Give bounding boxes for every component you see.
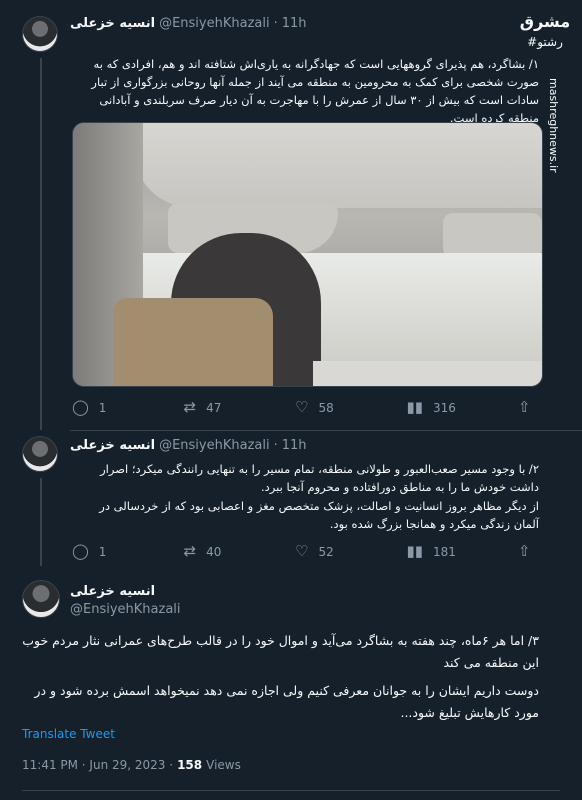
- share-button[interactable]: ⇧: [518, 544, 542, 559]
- share-icon: ⇧: [518, 398, 531, 416]
- avatar[interactable]: [22, 436, 58, 472]
- like-button[interactable]: ♡ 58: [295, 400, 375, 415]
- retweet-button[interactable]: ⇄ 47: [184, 400, 264, 415]
- views-count: 158: [177, 758, 203, 772]
- display-name[interactable]: انسیه خزعلی: [70, 584, 155, 599]
- display-name[interactable]: انسیه خزعلی: [70, 438, 155, 453]
- tweet-text: ۳/ اما هر ۶ماه، چند هفته به بشاگرد می‌آی…: [22, 633, 539, 670]
- reply-button[interactable]: ◯ 1: [72, 400, 152, 415]
- tweet-text: از دیگر مظاهر بروز انسانیت و اصالت، پزشک…: [99, 499, 539, 531]
- sun-visor: [443, 213, 542, 258]
- translate-tweet-link[interactable]: Translate Tweet: [22, 727, 115, 741]
- divider: [70, 430, 582, 431]
- retweet-count: 40: [206, 544, 222, 559]
- watermark-brand: مشرق: [519, 12, 571, 31]
- tweet-time[interactable]: 11h: [282, 438, 307, 453]
- tweet-actions: ◯ 1 ⇄ 47 ♡ 58 ▮▮ 316 ⇧: [72, 400, 542, 415]
- like-count: 58: [318, 400, 334, 415]
- tweet-header: انسیه خزعلی @EnsiyehKhazali · 11h: [70, 438, 307, 453]
- divider: [22, 790, 560, 791]
- reply-icon: ◯: [72, 398, 89, 416]
- views-count: 181: [433, 544, 456, 559]
- dashboard: [313, 361, 542, 386]
- user-handle[interactable]: @EnsiyehKhazali: [70, 602, 181, 617]
- views-icon: ▮▮: [406, 398, 424, 416]
- views-button[interactable]: ▮▮ 181: [407, 544, 487, 559]
- video-player[interactable]: [72, 122, 543, 387]
- tweet-time[interactable]: 11h: [282, 16, 307, 31]
- heart-icon: ♡: [295, 542, 309, 560]
- retweet-icon: ⇄: [183, 542, 197, 560]
- headrest: [113, 298, 273, 386]
- reply-icon: ◯: [72, 542, 89, 560]
- thread-line: [40, 478, 42, 566]
- watermark-hashtag: #رشتو: [527, 35, 563, 49]
- share-icon: ⇧: [518, 542, 531, 560]
- heart-icon: ♡: [295, 398, 309, 416]
- like-button[interactable]: ♡ 52: [295, 544, 375, 559]
- tweet-actions: ◯ 1 ⇄ 40 ♡ 52 ▮▮ 181 ⇧: [72, 544, 542, 559]
- tweet-text: ۲/ با وجود مسیر صعب‌العبور و طولانی منطق…: [100, 462, 539, 494]
- avatar[interactable]: [22, 580, 60, 618]
- retweet-count: 47: [206, 400, 222, 415]
- views-count: 316: [433, 400, 456, 415]
- tweet-timestamp[interactable]: 11:41 PM · Jun 29, 2023 ·: [22, 758, 173, 772]
- retweet-icon: ⇄: [183, 398, 197, 416]
- car-ceiling: [133, 123, 542, 208]
- retweet-button[interactable]: ⇄ 40: [184, 544, 264, 559]
- like-count: 52: [318, 544, 334, 559]
- reply-button[interactable]: ◯ 1: [72, 544, 152, 559]
- tweet-meta: 11:41 PM · Jun 29, 2023 · 158 Views: [22, 758, 241, 772]
- avatar[interactable]: [22, 16, 58, 52]
- tweet-header: انسیه خزعلی @EnsiyehKhazali · 11h: [70, 16, 307, 31]
- tweet-text: ۱/ بشاگرد، هم پذیرای گروههایی است که جها…: [91, 57, 539, 125]
- dot-separator: ·: [273, 16, 278, 31]
- views-label: Views: [206, 758, 241, 772]
- views-button[interactable]: ▮▮ 316: [407, 400, 487, 415]
- share-button[interactable]: ⇧: [518, 400, 542, 415]
- thread-line: [40, 58, 42, 430]
- reply-count: 1: [98, 544, 107, 559]
- user-handle[interactable]: @EnsiyehKhazali: [159, 16, 270, 31]
- user-handle[interactable]: @EnsiyehKhazali: [159, 438, 270, 453]
- display-name[interactable]: انسیه خزعلی: [70, 16, 155, 31]
- reply-count: 1: [98, 400, 107, 415]
- watermark-site: mashreghnews.ir: [547, 78, 560, 173]
- dot-separator: ·: [273, 438, 278, 453]
- tweet-text: دوست داریم ایشان را به جوانان معرفی کنیم…: [34, 683, 539, 720]
- views-icon: ▮▮: [406, 542, 424, 560]
